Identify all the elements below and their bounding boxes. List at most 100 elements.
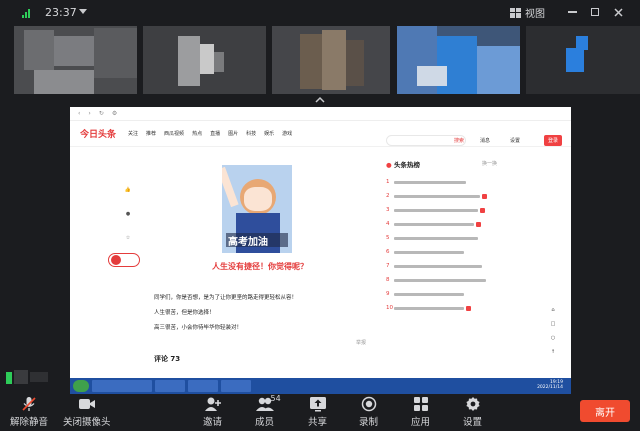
meeting-window: 23:37 视图 ‹ › ↻ ⚙ 今日头条 关注 推荐 西瓜视频 热点 直播 图…	[0, 0, 640, 431]
site-nav-items: 关注 推荐 西瓜视频 热点 直播 图片 科技 娱乐 游戏	[128, 130, 292, 137]
taskbar-item	[221, 380, 251, 392]
hot-refresh-link: 换一换	[482, 161, 498, 167]
comments-heading: 评论 73	[154, 355, 181, 363]
self-video-preview[interactable]	[6, 369, 58, 385]
browser-toolbar: ‹ › ↻ ⚙	[70, 107, 571, 121]
star-icon: ☆	[125, 235, 131, 241]
chevron-down-icon[interactable]	[79, 9, 87, 14]
signal-icon	[22, 8, 34, 18]
home-icon: ⌂	[551, 307, 555, 313]
settings-label: 设置	[463, 417, 483, 428]
settings-icon: ⚙	[111, 110, 118, 117]
gear-icon	[465, 397, 480, 411]
report-link: 举报	[356, 340, 367, 346]
hot-rank: 4	[386, 221, 390, 227]
maximize-button[interactable]	[588, 5, 602, 19]
title-bar: 23:37 视图	[0, 0, 640, 26]
site-message-link: 消息	[480, 138, 491, 144]
hot-list-title-text: 头条热榜	[393, 161, 420, 169]
hot-rank: 9	[386, 291, 390, 297]
back-icon: ‹	[78, 110, 81, 117]
nav-item: 图片	[228, 131, 239, 137]
share-label: 共享	[308, 417, 328, 428]
hot-rank: 6	[386, 249, 390, 255]
grid-icon	[510, 7, 521, 18]
hot-list: 1 2 3 4 5 6 7 8 9 10	[386, 175, 496, 315]
nav-item: 直播	[210, 131, 221, 137]
nav-item: 西瓜视频	[164, 131, 185, 137]
article-title: 人生没有捷径！你觉得呢？	[212, 262, 308, 271]
list-item: 6	[386, 245, 496, 259]
share-screen-icon	[309, 397, 326, 412]
article-paragraph: 人生很苦，但是你选择！	[154, 310, 215, 316]
article-paragraph: 高三很苦，小会你待毕华你轻装对！	[154, 325, 243, 331]
close-icon	[613, 7, 623, 17]
list-item: 10	[386, 301, 496, 315]
camera-button[interactable]: 关闭摄像头	[63, 394, 111, 431]
maximize-icon	[591, 8, 599, 16]
taskbar-item	[155, 380, 185, 392]
members-button[interactable]: 54 成员	[255, 394, 281, 431]
comment-icon: ●	[125, 211, 131, 217]
article-image: 高考加油	[222, 165, 292, 253]
list-item: 8	[386, 273, 496, 287]
leave-button[interactable]: 离开	[580, 400, 630, 422]
unmute-button[interactable]: 解除静音	[10, 394, 48, 431]
list-item: 3	[386, 203, 496, 217]
apps-icon	[413, 397, 428, 411]
participant-video[interactable]	[272, 26, 390, 94]
nav-item: 热点	[192, 131, 203, 137]
minimize-icon	[567, 11, 577, 13]
image-caption: 高考加油	[228, 237, 268, 248]
participant-video[interactable]	[143, 26, 266, 94]
hot-rank: 2	[386, 193, 390, 199]
list-item: 9	[386, 287, 496, 301]
camera-icon	[78, 399, 95, 409]
refresh-icon: ↻	[98, 110, 104, 117]
view-button[interactable]: 视图	[510, 5, 545, 20]
record-icon	[361, 396, 376, 412]
members-label: 成员	[255, 417, 275, 428]
feedback-icon: □	[550, 321, 556, 327]
page-tools: ⌂ □ ○ ↑	[548, 307, 558, 355]
nav-item: 游戏	[282, 131, 293, 137]
site-search-box: 搜索	[386, 135, 466, 146]
forward-icon: ›	[88, 110, 91, 117]
participant-strip	[0, 26, 640, 94]
nav-item: 推荐	[146, 131, 157, 137]
participant-video[interactable]	[526, 26, 640, 94]
settings-button[interactable]: 设置	[463, 394, 482, 431]
apps-label: 应用	[411, 417, 431, 428]
minimize-button[interactable]	[565, 5, 579, 19]
nav-item: 关注	[128, 131, 139, 137]
record-button[interactable]: 录制	[359, 394, 378, 431]
camera-label: 关闭摄像头	[63, 417, 111, 428]
hot-rank: 1	[386, 179, 390, 185]
share-button[interactable]: 共享	[308, 394, 327, 431]
collapse-strip-icon[interactable]	[315, 96, 325, 104]
invite-button[interactable]: 邀请	[203, 394, 222, 431]
participant-video[interactable]	[14, 26, 137, 94]
taskbar-item	[188, 380, 218, 392]
taskbar-date: 2022/11/14	[537, 385, 563, 390]
site-settings-link: 设置	[510, 138, 521, 144]
taskbar-clock: 19:19 2022/11/14	[537, 380, 563, 390]
hot-rank: 10	[386, 305, 393, 311]
list-item: 5	[386, 231, 496, 245]
hot-rank: 3	[386, 207, 390, 213]
meeting-toolbar: 解除静音 关闭摄像头 邀请 54 成员 共享 录制 应用 设置	[0, 394, 640, 431]
hot-rank: 8	[386, 277, 390, 283]
add-user-icon	[204, 397, 221, 411]
close-button[interactable]	[611, 5, 625, 19]
list-item: 1	[386, 175, 496, 189]
hot-rank: 7	[386, 263, 390, 269]
participant-video[interactable]	[397, 26, 520, 94]
meeting-timer: 23:37	[45, 6, 77, 19]
comment-icon: ○	[550, 335, 556, 341]
list-item: 7	[386, 259, 496, 273]
site-nav: 今日头条 关注 推荐 西瓜视频 热点 直播 图片 科技 娱乐 游戏	[70, 121, 571, 147]
apps-button[interactable]: 应用	[411, 394, 430, 431]
unmute-label: 解除静音	[10, 417, 49, 428]
list-item: 4	[386, 217, 496, 231]
article-paragraph: 同学们，你是否想，是为了让你更坚的路走得更轻松从容！	[154, 295, 298, 301]
